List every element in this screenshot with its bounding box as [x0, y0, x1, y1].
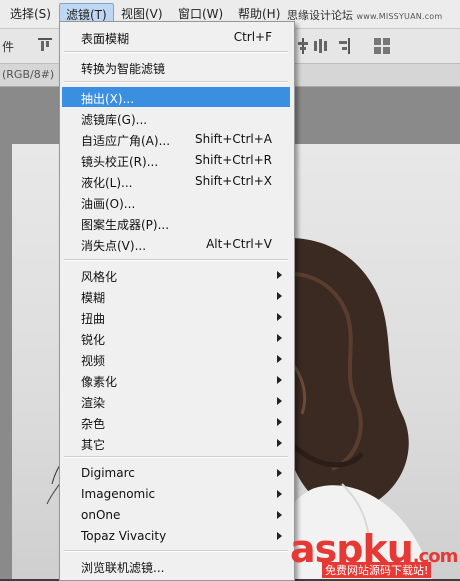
toolbar-left-text: 件: [2, 40, 15, 54]
logo-tagline: 免费网站源码下载站!: [322, 562, 432, 578]
menu-item-label: 浏览联机滤镜...: [81, 561, 165, 575]
submenu-arrow-icon: [277, 490, 282, 498]
menu-item-shortcut: Shift+Ctrl+R: [194, 153, 272, 167]
distribute-icon[interactable]: [296, 38, 310, 54]
menu-select[interactable]: 选择(S): [10, 5, 51, 22]
align-top-icon[interactable]: [38, 38, 52, 54]
menu-item-distort[interactable]: 扭曲: [62, 307, 290, 327]
menu-item-label: 视频: [81, 354, 106, 368]
menu-item-noise[interactable]: 杂色: [62, 412, 290, 432]
menu-item-label: Digimarc: [81, 466, 135, 480]
menu-item-render[interactable]: 渲染: [62, 391, 290, 411]
submenu-arrow-icon: [277, 292, 282, 300]
menu-item-label: 其它: [81, 438, 106, 452]
menu-item-label: 油画(O)...: [81, 197, 136, 211]
submenu-arrow-icon: [277, 397, 282, 405]
align-right-icon[interactable]: [336, 38, 350, 54]
menu-item-browse-online-filters[interactable]: 浏览联机滤镜...: [62, 556, 290, 576]
menu-item-label: 转换为智能滤镜: [81, 62, 166, 76]
submenu-arrow-icon: [277, 355, 282, 363]
menu-item-stylize[interactable]: 风格化: [62, 265, 290, 285]
menu-item-label: 液化(L)...: [81, 176, 133, 190]
menu-item-lens-correction[interactable]: 镜头校正(R)... Shift+Ctrl+R: [62, 150, 290, 170]
menu-separator: [64, 550, 288, 552]
menu-item-label: 镜头校正(R)...: [81, 155, 159, 169]
menu-item-surface-blur[interactable]: 表面模糊 Ctrl+F: [62, 27, 290, 47]
menu-item-other[interactable]: 其它: [62, 433, 290, 453]
menu-item-digimarc[interactable]: Digimarc: [62, 463, 290, 483]
menu-item-liquify[interactable]: 液化(L)... Shift+Ctrl+X: [62, 171, 290, 191]
menu-item-label: 模糊: [81, 291, 106, 305]
menu-item-extract[interactable]: 抽出(X)...: [62, 87, 290, 107]
menu-item-label: 抽出(X)...: [81, 92, 135, 106]
submenu-arrow-icon: [277, 439, 282, 447]
watermark-title: 思缘设计论坛: [287, 9, 353, 22]
menu-item-filter-gallery[interactable]: 滤镜库(G)...: [62, 108, 290, 128]
menu-item-label: 消失点(V)...: [81, 239, 147, 253]
watermark-text: 思缘设计论坛 www.MISSYUAN.com: [287, 7, 442, 23]
auto-align-icon[interactable]: [374, 38, 390, 54]
menu-item-pixelate[interactable]: 像素化: [62, 370, 290, 390]
menu-item-pattern-maker[interactable]: 图案生成器(P)...: [62, 213, 290, 233]
menu-item-label: 杂色: [81, 417, 106, 431]
menu-separator: [64, 51, 288, 53]
menu-item-topaz-vivacity[interactable]: Topaz Vivacity: [62, 526, 290, 546]
menu-item-label: 风格化: [81, 270, 118, 284]
menu-item-oil-paint[interactable]: 油画(O)...: [62, 192, 290, 212]
menu-item-video[interactable]: 视频: [62, 349, 290, 369]
submenu-arrow-icon: [277, 511, 282, 519]
submenu-arrow-icon: [277, 532, 282, 540]
menu-item-imagenomic[interactable]: Imagenomic: [62, 484, 290, 504]
menu-item-label: Imagenomic: [81, 487, 156, 501]
watermark-site: www.MISSYUAN.com: [356, 12, 443, 21]
menu-item-label: onOne: [81, 508, 121, 522]
menu-window[interactable]: 窗口(W): [178, 5, 223, 22]
submenu-arrow-icon: [277, 418, 282, 426]
menu-item-convert-smart-filter[interactable]: 转换为智能滤镜: [62, 57, 290, 77]
menu-item-sharpen[interactable]: 锐化: [62, 328, 290, 348]
distribute-horizontal-icon[interactable]: [314, 38, 328, 54]
menu-item-label: 表面模糊: [81, 32, 130, 46]
menu-help[interactable]: 帮助(H): [238, 5, 280, 22]
menu-item-label: 扭曲: [81, 312, 106, 326]
document-tab[interactable]: (RGB/8#): [2, 68, 54, 81]
menu-item-label: Topaz Vivacity: [81, 529, 167, 543]
submenu-arrow-icon: [277, 313, 282, 321]
menu-view[interactable]: 视图(V): [121, 5, 163, 22]
menu-item-label: 像素化: [81, 375, 118, 389]
menu-item-label: 自适应广角(A)...: [81, 134, 171, 148]
menu-item-shortcut: Ctrl+F: [233, 30, 272, 44]
menu-item-label: 锐化: [81, 333, 106, 347]
submenu-arrow-icon: [277, 469, 282, 477]
menu-separator: [64, 456, 288, 458]
menu-item-label: 滤镜库(G)...: [81, 113, 148, 127]
menu-item-adaptive-wide-angle[interactable]: 自适应广角(A)... Shift+Ctrl+A: [62, 129, 290, 149]
menu-separator: [64, 259, 288, 261]
menu-item-blur[interactable]: 模糊: [62, 286, 290, 306]
submenu-arrow-icon: [277, 271, 282, 279]
menu-item-shortcut: Alt+Ctrl+V: [206, 237, 272, 251]
menu-item-label: 渲染: [81, 396, 106, 410]
menu-item-shortcut: Shift+Ctrl+A: [195, 132, 272, 146]
menu-item-onone[interactable]: onOne: [62, 505, 290, 525]
menu-item-label: 图案生成器(P)...: [81, 218, 170, 232]
menu-item-vanishing-point[interactable]: 消失点(V)... Alt+Ctrl+V: [62, 234, 290, 254]
menu-item-shortcut: Shift+Ctrl+X: [195, 174, 272, 188]
submenu-arrow-icon: [277, 334, 282, 342]
filter-dropdown-menu: 表面模糊 Ctrl+F 转换为智能滤镜 抽出(X)... 滤镜库(G)... 自…: [59, 21, 295, 581]
submenu-arrow-icon: [277, 376, 282, 384]
menu-separator: [64, 81, 288, 83]
